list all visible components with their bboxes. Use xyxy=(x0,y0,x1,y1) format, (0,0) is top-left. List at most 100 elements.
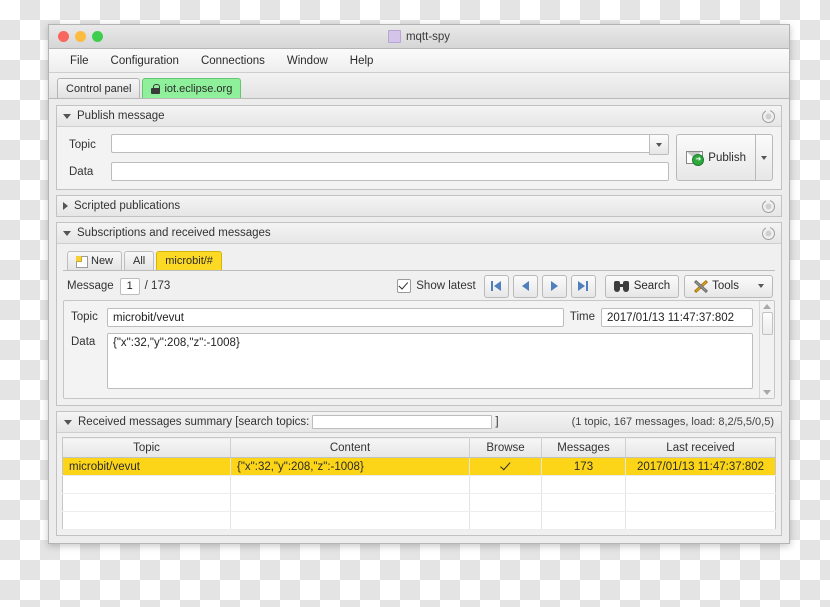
summary-table: Topic Content Browse Messages Last recei… xyxy=(62,437,776,530)
expand-arrow-icon xyxy=(63,202,68,210)
last-message-button[interactable] xyxy=(570,274,596,298)
publish-envelope-icon: ➜ xyxy=(686,151,705,166)
message-detail-fields: Topic Time Data {"x":32,"y":208,"z":-100… xyxy=(64,301,759,398)
window-title: mqtt-spy xyxy=(405,30,451,43)
message-index-input[interactable] xyxy=(119,277,140,295)
detail-time-label: Time xyxy=(569,311,595,323)
tools-icon xyxy=(693,279,709,293)
column-header-content[interactable]: Content xyxy=(230,437,470,458)
menu-window[interactable]: Window xyxy=(276,53,339,69)
scroll-down-icon[interactable] xyxy=(763,390,771,395)
menu-configuration[interactable]: Configuration xyxy=(100,53,190,69)
cell-topic: microbit/vevut xyxy=(62,457,231,476)
publish-button-label: Publish xyxy=(708,151,746,164)
publish-topic-dropdown-button[interactable] xyxy=(649,134,670,155)
new-page-icon xyxy=(76,255,88,268)
scripted-publications-title: Scripted publications xyxy=(74,200,181,212)
message-detail-scrollbar[interactable] xyxy=(759,301,774,398)
message-toolbar: Message / 173 Show latest xyxy=(63,271,775,300)
table-row[interactable]: microbit/vevut {"x":32,"y":208,"z":-1008… xyxy=(62,457,776,476)
subscription-tab-all[interactable]: All xyxy=(124,251,155,270)
next-message-button[interactable] xyxy=(541,274,567,298)
collapse-arrow-icon xyxy=(63,113,71,119)
publish-topic-input[interactable] xyxy=(111,134,650,153)
menu-connections[interactable]: Connections xyxy=(190,53,276,69)
tab-iot-eclipse-org[interactable]: iot.eclipse.org xyxy=(142,78,242,98)
publish-button-group: ➜ Publish xyxy=(676,134,773,181)
detail-topic-row: Topic Time xyxy=(71,308,753,327)
settings-icon[interactable] xyxy=(762,226,775,240)
tools-button-label: Tools xyxy=(712,280,739,292)
message-total-label: / 173 xyxy=(144,280,171,292)
scroll-up-icon[interactable] xyxy=(763,304,771,309)
detail-topic-input[interactable] xyxy=(107,308,564,327)
publish-topic-combo[interactable] xyxy=(111,134,670,155)
previous-message-button[interactable] xyxy=(512,274,538,298)
scrollbar-thumb[interactable] xyxy=(761,312,773,335)
tools-button[interactable]: Tools xyxy=(684,274,773,298)
show-latest-checkbox-wrap[interactable]: Show latest xyxy=(397,279,476,293)
column-header-browse[interactable]: Browse xyxy=(469,437,542,458)
column-header-topic[interactable]: Topic xyxy=(62,437,231,458)
column-header-last-received[interactable]: Last received xyxy=(625,437,776,458)
subscriptions-title: Subscriptions and received messages xyxy=(77,227,271,239)
summary-table-wrap: Topic Content Browse Messages Last recei… xyxy=(57,433,781,535)
settings-icon[interactable] xyxy=(762,109,775,123)
menu-file[interactable]: File xyxy=(59,53,100,69)
chevron-down-icon xyxy=(761,155,767,160)
table-row[interactable] xyxy=(62,493,776,512)
menu-help[interactable]: Help xyxy=(339,53,385,69)
lock-icon xyxy=(151,83,161,94)
tab-control-panel[interactable]: Control panel xyxy=(57,78,141,98)
subscription-tab-all-label: All xyxy=(133,255,146,267)
received-messages-summary-pane: Received messages summary [search topics… xyxy=(56,411,782,536)
tab-iot-eclipse-org-label: iot.eclipse.org xyxy=(164,82,233,95)
detail-topic-label: Topic xyxy=(71,311,98,323)
zoom-window-button[interactable] xyxy=(92,31,103,42)
first-message-button[interactable] xyxy=(483,274,509,298)
table-row[interactable] xyxy=(62,511,776,530)
collapse-arrow-icon xyxy=(63,230,71,236)
search-topics-input[interactable] xyxy=(312,415,493,429)
publish-message-title: Publish message xyxy=(77,110,165,122)
subscription-tab-microbit-label: microbit/# xyxy=(165,255,213,267)
subscription-tab-new[interactable]: New xyxy=(67,251,123,270)
cell-content: {"x":32,"y":208,"z":-1008} xyxy=(230,457,470,476)
show-latest-label: Show latest xyxy=(416,280,476,292)
search-button[interactable]: Search xyxy=(604,274,680,298)
scripted-publications-pane: Scripted publications xyxy=(56,195,782,217)
chevron-down-icon xyxy=(656,142,663,147)
table-row[interactable] xyxy=(62,475,776,494)
publish-fields: Topic Data xyxy=(65,134,670,181)
publish-button[interactable]: ➜ Publish xyxy=(676,134,756,181)
connection-tab-strip: Control panel iot.eclipse.org xyxy=(49,73,789,99)
message-detail-panel: Topic Time Data {"x":32,"y":208,"z":-100… xyxy=(63,300,775,399)
subscriptions-body: New All microbit/# Message / 173 xyxy=(57,244,781,405)
show-latest-checkbox[interactable] xyxy=(397,279,412,293)
settings-icon[interactable] xyxy=(762,199,775,213)
cell-messages: 173 xyxy=(541,457,626,476)
browse-check-icon[interactable] xyxy=(500,460,512,472)
table-header-row: Topic Content Browse Messages Last recei… xyxy=(62,437,776,458)
search-button-label: Search xyxy=(633,280,671,292)
subscription-tab-microbit[interactable]: microbit/# xyxy=(156,251,222,270)
publish-message-pane: Publish message Topic Data ➜ Publish xyxy=(56,105,782,190)
subscriptions-header[interactable]: Subscriptions and received messages xyxy=(57,223,781,244)
detail-data-label: Data xyxy=(71,336,96,348)
minimize-window-button[interactable] xyxy=(75,31,86,42)
binoculars-icon xyxy=(613,280,629,292)
collapse-arrow-icon[interactable] xyxy=(64,419,72,425)
publish-topic-label: Topic xyxy=(69,138,96,151)
publish-message-header[interactable]: Publish message xyxy=(57,106,781,127)
chevron-down-icon xyxy=(758,284,764,288)
publish-options-button[interactable] xyxy=(756,134,773,181)
cell-browse[interactable] xyxy=(469,457,542,476)
scripted-publications-header[interactable]: Scripted publications xyxy=(57,196,781,216)
summary-title-suffix: ] xyxy=(495,416,499,428)
publish-data-input[interactable] xyxy=(111,162,670,181)
column-header-messages[interactable]: Messages xyxy=(541,437,626,458)
detail-time-input[interactable] xyxy=(601,308,753,327)
detail-data-textarea[interactable]: {"x":32,"y":208,"z":-1008} xyxy=(107,333,753,389)
close-window-button[interactable] xyxy=(58,31,69,42)
subscriptions-pane: Subscriptions and received messages New … xyxy=(56,222,782,406)
